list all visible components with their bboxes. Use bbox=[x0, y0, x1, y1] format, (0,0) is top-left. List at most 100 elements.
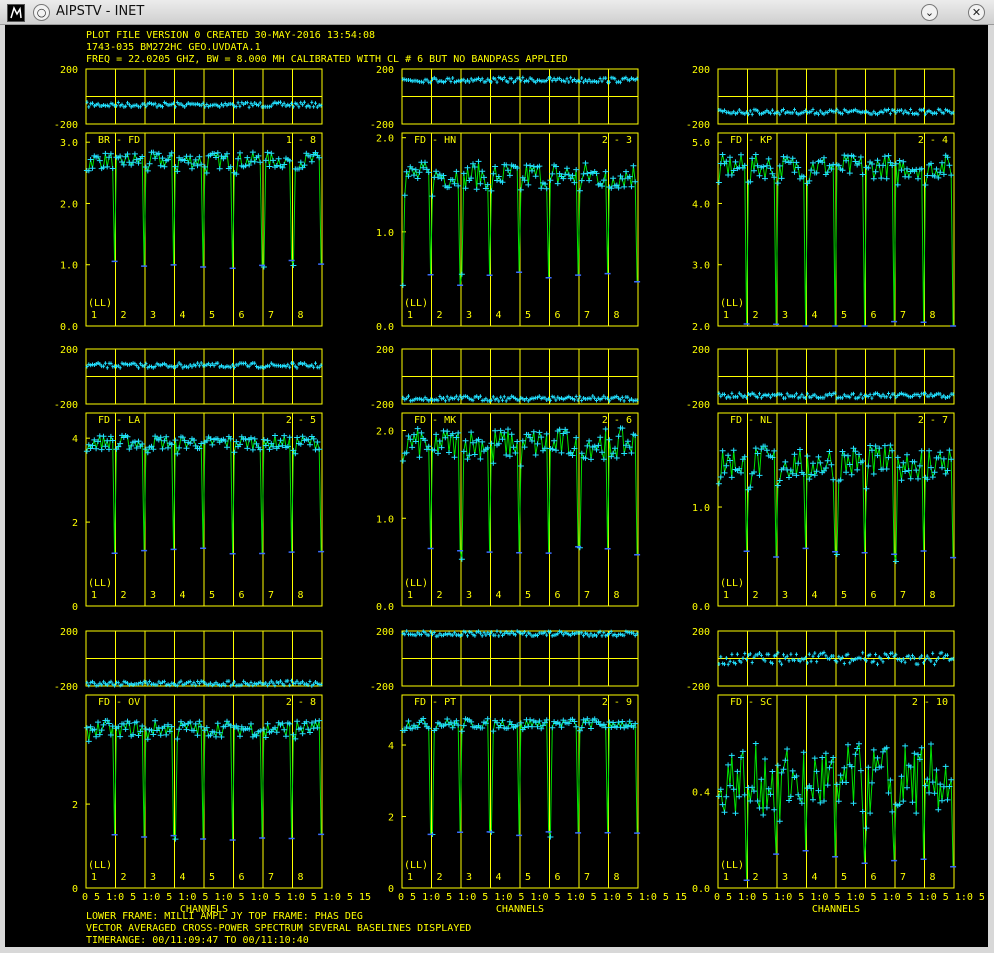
app-icon[interactable] bbox=[7, 4, 25, 22]
panel-6: 200 -200 1.0 0.0 FD - NL 2 - 7 (LL)1 2 3 4 5 6 7 8 bbox=[686, 345, 957, 613]
if-number-label: 8 bbox=[930, 590, 936, 601]
if-number-label: 8 bbox=[930, 872, 936, 883]
phase-tick-bottom: -200 bbox=[686, 120, 710, 131]
if-number-label: 3 bbox=[466, 590, 472, 601]
if-number-label: 6 bbox=[871, 590, 877, 601]
if-number-label: 8 bbox=[614, 872, 620, 883]
footer-line-3: TIMERANGE: 00/11:09:47 TO 00/11:10:40 bbox=[86, 935, 309, 946]
if-number-label: 2 bbox=[121, 590, 127, 601]
baseline-label: FD - SC bbox=[730, 697, 772, 708]
amplitude-tick-label: 0.0 bbox=[376, 602, 394, 613]
if-number-label: 6 bbox=[871, 310, 877, 321]
app-logo-icon bbox=[10, 5, 22, 19]
tv-display[interactable]: PLOT FILE VERSION 0 CREATED 30-MAY-2016 … bbox=[5, 25, 988, 947]
if-number-label: 3 bbox=[150, 590, 156, 601]
antenna-pair-label: 2 - 3 bbox=[602, 135, 632, 146]
if-number-label: 3 bbox=[782, 590, 788, 601]
baseline-label: FD - PT bbox=[414, 697, 456, 708]
phase-tick-top: 200 bbox=[376, 345, 394, 356]
amplitude-tick-label: 4 bbox=[388, 741, 394, 752]
if-number-label: 6 bbox=[239, 590, 245, 601]
polarization-label: (LL) bbox=[404, 298, 428, 309]
if-number-label: 5 bbox=[525, 590, 531, 601]
if-number-label: 6 bbox=[555, 590, 561, 601]
if-number-label: 1 bbox=[723, 310, 729, 321]
if-number-label: 8 bbox=[298, 310, 304, 321]
panel-8: 200 -200 4 2 0 FD - PT 2 - 9 (LL)1 2 3 4 5 6 7 8 0 5 1:… bbox=[370, 627, 687, 915]
footer-line-2: VECTOR AVERAGED CROSS-POWER SPECTRUM SEV… bbox=[86, 923, 471, 934]
window-menu-button[interactable]: ○ bbox=[33, 4, 50, 21]
if-number-label: 1 bbox=[91, 590, 97, 601]
phase-tick-top: 200 bbox=[60, 345, 78, 356]
minimize-button[interactable]: ⌄ bbox=[921, 4, 938, 21]
amplitude-tick-label: 2 bbox=[72, 518, 78, 529]
if-number-label: 8 bbox=[298, 590, 304, 601]
phase-tick-bottom: -200 bbox=[686, 400, 710, 411]
panel-9: 200 -200 0.4 0.0 FD - SC 2 - 10 (LL)1 2 3 4 5 6 7 8 0 … bbox=[686, 627, 988, 915]
polarization-label: (LL) bbox=[720, 578, 744, 589]
amplitude-tick-label: 0.0 bbox=[692, 602, 710, 613]
if-number-label: 2 bbox=[437, 310, 443, 321]
if-number-label: 8 bbox=[614, 310, 620, 321]
baseline-label: BR - FD bbox=[98, 135, 140, 146]
amplitude-tick-label: 5.0 bbox=[692, 138, 710, 149]
amplitude-tick-label: 4 bbox=[72, 434, 78, 445]
if-number-label: 7 bbox=[268, 872, 274, 883]
if-number-label: 3 bbox=[150, 310, 156, 321]
if-number-label: 5 bbox=[209, 872, 215, 883]
polarization-label: (LL) bbox=[88, 578, 112, 589]
amplitude-tick-label: 1.0 bbox=[376, 514, 394, 525]
polarization-label: (LL) bbox=[720, 298, 744, 309]
amplitude-points bbox=[715, 741, 955, 831]
polarization-label: (LL) bbox=[88, 298, 112, 309]
antenna-pair-label: 2 - 7 bbox=[918, 415, 948, 426]
if-number-label: 6 bbox=[239, 310, 245, 321]
if-number-label: 5 bbox=[209, 590, 215, 601]
if-number-label: 4 bbox=[496, 310, 502, 321]
if-number-label: 1 bbox=[407, 872, 413, 883]
if-number-label: 4 bbox=[812, 310, 818, 321]
panel-7: 200 -200 2 0 FD - OV 2 - 8 (LL)1 2 3 4 5 6 7 8 0 5 1:0… bbox=[54, 627, 371, 915]
amplitude-points bbox=[83, 432, 323, 457]
phase-tick-top: 200 bbox=[692, 627, 710, 638]
if-number-label: 4 bbox=[180, 872, 186, 883]
if-number-label: 2 bbox=[437, 590, 443, 601]
if-number-label: 5 bbox=[841, 872, 847, 883]
amplitude-tick-label: 0.0 bbox=[692, 884, 710, 895]
if-number-label: 3 bbox=[150, 872, 156, 883]
if-number-label: 1 bbox=[723, 590, 729, 601]
channel-tick-labels: 0 5 1:0 5 1:0 5 1:0 5 1:0 5 1:0 5 1:0 5 … bbox=[714, 892, 988, 903]
phase-tick-bottom: -200 bbox=[370, 400, 394, 411]
panel-4: 200 -200 4 2 0 FD - LA 2 - 5 (LL)1 2 3 4 5 6 7 8 bbox=[54, 345, 325, 613]
if-number-label: 4 bbox=[180, 590, 186, 601]
channels-axis-label: CHANNELS bbox=[496, 904, 544, 915]
baseline-label: FD - LA bbox=[98, 415, 140, 426]
if-number-label: 2 bbox=[121, 310, 127, 321]
if-number-label: 1 bbox=[407, 310, 413, 321]
amplitude-tick-label: 2 bbox=[388, 813, 394, 824]
antenna-pair-label: 2 - 8 bbox=[286, 697, 316, 708]
baseline-label: FD - MK bbox=[414, 415, 456, 426]
amplitude-tick-label: 4.0 bbox=[692, 199, 710, 210]
window-title: AIPSTV - INET bbox=[56, 4, 145, 19]
amplitude-tick-label: 1.0 bbox=[60, 261, 78, 272]
phase-tick-bottom: -200 bbox=[54, 682, 78, 693]
if-number-label: 3 bbox=[782, 872, 788, 883]
if-number-label: 5 bbox=[841, 590, 847, 601]
if-number-label: 7 bbox=[900, 590, 906, 601]
amplitude-tick-label: 2.0 bbox=[692, 322, 710, 333]
if-number-label: 1 bbox=[723, 872, 729, 883]
title-bar[interactable]: ○ AIPSTV - INET ⌄ ✕ bbox=[0, 0, 994, 25]
if-number-label: 2 bbox=[437, 872, 443, 883]
plot-panels: 200-2003.02.01.00.0BR - FD 1 - 8(LL)1 2 3 4 5… bbox=[54, 65, 988, 915]
antenna-pair-label: 2 - 10 bbox=[912, 697, 948, 708]
phase-tick-bottom: -200 bbox=[54, 120, 78, 131]
if-number-label: 5 bbox=[525, 310, 531, 321]
if-number-label: 4 bbox=[496, 590, 502, 601]
amplitude-tick-label: 1.0 bbox=[692, 503, 710, 514]
amplitude-tick-label: 0.4 bbox=[692, 788, 710, 799]
if-number-label: 6 bbox=[239, 872, 245, 883]
close-button[interactable]: ✕ bbox=[968, 4, 985, 21]
amplitude-tick-label: 3.0 bbox=[60, 138, 78, 149]
channels-axis-label: CHANNELS bbox=[812, 904, 860, 915]
